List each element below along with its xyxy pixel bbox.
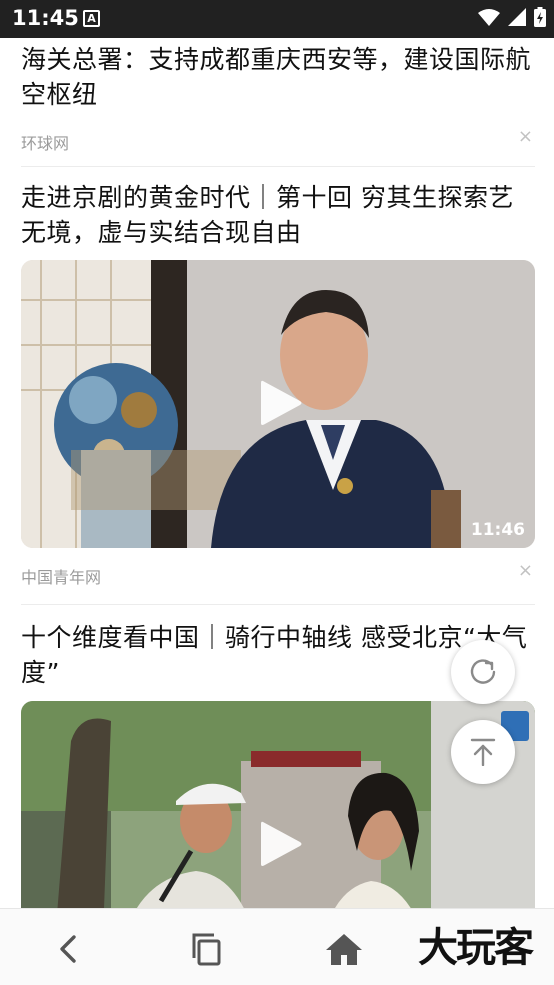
close-icon[interactable]: × (518, 126, 533, 147)
status-bar: 11:45 A (0, 0, 554, 38)
bottom-nav-bar: 大玩客 (0, 908, 554, 985)
news-title[interactable]: 走进京剧的黄金时代｜第十回 穷其生探索艺无境，虚与实结合现自由 (21, 180, 535, 250)
news-source: 中国青年网 (21, 568, 102, 587)
play-icon[interactable] (259, 819, 303, 869)
close-icon[interactable]: × (518, 560, 533, 581)
arrow-up-icon (470, 738, 496, 766)
watermark-logo: 大玩客 (418, 924, 534, 971)
wifi-icon (478, 9, 500, 26)
news-item[interactable]: 海关总署：支持成都重庆西安等，建设国际航空枢纽 环球网 × (21, 42, 535, 167)
home-icon (326, 934, 362, 965)
play-icon[interactable] (259, 378, 303, 428)
back-to-top-button[interactable] (451, 720, 515, 784)
notification-icon: A (83, 10, 100, 27)
battery-icon (534, 7, 546, 27)
divider (21, 166, 535, 167)
video-duration: 11:46 (470, 520, 525, 540)
refresh-icon (470, 659, 496, 684)
video-thumbnail[interactable]: 11:46 (21, 260, 535, 548)
refresh-button[interactable] (451, 640, 515, 704)
status-icons (478, 7, 546, 27)
tabs-button[interactable] (184, 927, 228, 971)
home-button[interactable] (322, 927, 366, 971)
news-source: 环球网 (21, 134, 70, 153)
signal-icon (508, 8, 526, 26)
divider (21, 604, 535, 605)
back-button[interactable] (46, 927, 90, 971)
news-title[interactable]: 海关总署：支持成都重庆西安等，建设国际航空枢纽 (21, 42, 535, 112)
chevron-left-icon (60, 935, 76, 963)
status-time: 11:45 (12, 6, 79, 30)
tabs-icon (192, 933, 221, 966)
news-item[interactable]: 走进京剧的黄金时代｜第十回 穷其生探索艺无境，虚与实结合现自由 11:46 中国… (21, 180, 535, 605)
